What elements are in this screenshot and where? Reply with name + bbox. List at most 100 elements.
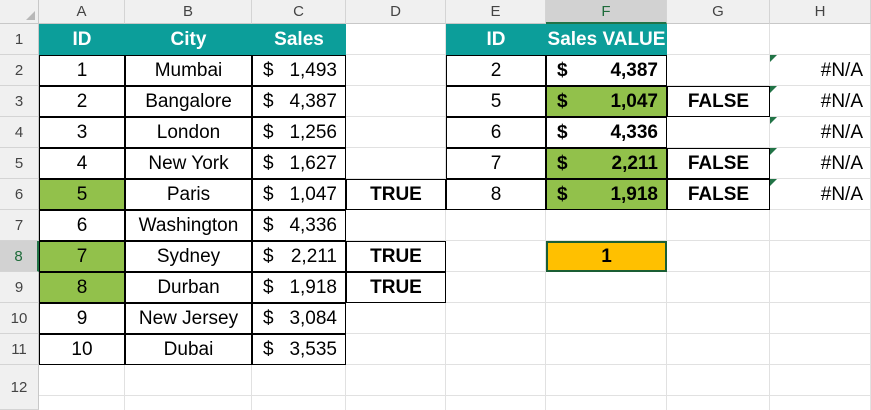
row-header-5[interactable]: 5 — [0, 148, 39, 179]
table1-header-sales[interactable]: Sales — [252, 24, 346, 55]
cell-text: 7 — [490, 152, 502, 174]
cell-sales-value[interactable]: $1,918 — [546, 179, 667, 210]
cell-sales[interactable]: $4,387 — [252, 86, 346, 117]
cell-exact-result[interactable]: FALSE — [667, 148, 770, 179]
cell-sales[interactable]: $1,493 — [252, 55, 346, 86]
currency-symbol: $ — [263, 183, 274, 205]
table2-header-id[interactable]: ID — [446, 24, 546, 55]
cell-sales-value[interactable]: $1,047 — [546, 86, 667, 117]
cell-sales[interactable]: $4,336 — [252, 210, 346, 241]
row-header-label: 2 — [14, 61, 24, 79]
cell-id[interactable]: 7 — [446, 148, 546, 179]
column-header-c[interactable]: C — [252, 0, 346, 24]
cell-id[interactable]: 7 — [39, 241, 125, 272]
row-header-3[interactable]: 3 — [0, 86, 39, 117]
cell-na-result[interactable]: #N/A — [770, 148, 871, 179]
row-header-1[interactable]: 1 — [0, 24, 39, 55]
cell-match-result[interactable]: TRUE — [346, 272, 446, 303]
column-header-a[interactable]: A — [39, 0, 125, 24]
cell-sales[interactable]: $1,918 — [252, 272, 346, 303]
cell-sales[interactable]: $1,627 — [252, 148, 346, 179]
cell-exact-result[interactable]: FALSE — [667, 86, 770, 117]
cell-text: 8 — [490, 183, 502, 205]
amount-value: 1,256 — [289, 121, 337, 143]
cell-text: TRUE — [370, 245, 422, 267]
cell-text: 1 — [601, 245, 612, 267]
cell-id[interactable]: 2 — [39, 86, 125, 117]
row-header-label: 1 — [14, 30, 24, 48]
column-header-b[interactable]: B — [125, 0, 252, 24]
row-header-label: 7 — [14, 216, 24, 234]
cell-id[interactable]: 10 — [39, 334, 125, 365]
select-all-button[interactable] — [0, 0, 39, 24]
row-header-label: 3 — [14, 92, 24, 110]
table1-header-city[interactable]: City — [125, 24, 252, 55]
cell-id[interactable]: 5 — [39, 179, 125, 210]
cell-city[interactable]: New Jersey — [125, 303, 252, 334]
cell-text: FALSE — [687, 90, 750, 112]
cell-id[interactable]: 5 — [446, 86, 546, 117]
cell-na-result[interactable]: #N/A — [770, 117, 871, 148]
cell-id[interactable]: 4 — [39, 148, 125, 179]
cell-id[interactable]: 6 — [39, 210, 125, 241]
cell-id[interactable]: 9 — [39, 303, 125, 334]
cell-city[interactable]: Durban — [125, 272, 252, 303]
cell-id[interactable]: 6 — [446, 117, 546, 148]
column-header-label: A — [76, 3, 87, 20]
cell-city[interactable]: Dubai — [125, 334, 252, 365]
row-header-9[interactable]: 9 — [0, 272, 39, 303]
currency-symbol: $ — [557, 152, 568, 174]
cell-city[interactable]: Paris — [125, 179, 252, 210]
cell-sales[interactable]: $1,047 — [252, 179, 346, 210]
column-header-label: G — [712, 3, 724, 20]
currency-symbol: $ — [263, 307, 274, 329]
row-header-8[interactable]: 8 — [0, 241, 39, 272]
amount-value: 3,084 — [289, 307, 337, 329]
table2-header-sales-value[interactable]: Sales VALUE — [546, 24, 667, 55]
cell-match-result[interactable]: TRUE — [346, 241, 446, 272]
cell-city[interactable]: London — [125, 117, 252, 148]
cell-sales[interactable]: $3,535 — [252, 334, 346, 365]
cell-sales-value[interactable]: $4,336 — [546, 117, 667, 148]
cell-id[interactable]: 8 — [446, 179, 546, 210]
cell-sales[interactable]: $2,211 — [252, 241, 346, 272]
row-header-6[interactable]: 6 — [0, 179, 39, 210]
amount-value: 1,918 — [289, 276, 337, 298]
cell-na-result[interactable]: #N/A — [770, 86, 871, 117]
cell-na-result[interactable]: #N/A — [770, 179, 871, 210]
row-header-7[interactable]: 7 — [0, 210, 39, 241]
row-header-11[interactable]: 11 — [0, 334, 39, 365]
row-header-4[interactable]: 4 — [0, 117, 39, 148]
cell-id[interactable]: 1 — [39, 55, 125, 86]
column-header-f[interactable]: F — [546, 0, 667, 24]
cell-city[interactable]: New York — [125, 148, 252, 179]
column-header-h[interactable]: H — [770, 0, 871, 24]
table1-header-id[interactable]: ID — [39, 24, 125, 55]
amount-value: 2,211 — [290, 245, 337, 267]
column-header-g[interactable]: G — [667, 0, 770, 24]
cell-id[interactable]: 3 — [39, 117, 125, 148]
row-header-12[interactable]: 12 — [0, 365, 39, 410]
cell-match-result[interactable]: TRUE — [346, 179, 446, 210]
cell-sales[interactable]: $1,256 — [252, 117, 346, 148]
active-cell-f8[interactable]: 1 — [546, 241, 667, 272]
cell-city[interactable]: Washington — [125, 210, 252, 241]
row-header-2[interactable]: 2 — [0, 55, 39, 86]
column-header-e[interactable]: E — [446, 0, 546, 24]
spreadsheet-grid[interactable]: A B C D E F G H 1 2 3 4 5 6 7 8 9 10 11 12 ID City Sales 1 Mumba… — [0, 0, 871, 410]
column-header-d[interactable]: D — [346, 0, 446, 24]
cell-exact-result[interactable]: FALSE — [667, 179, 770, 210]
currency-symbol: $ — [263, 245, 274, 267]
cell-city[interactable]: Sydney — [125, 241, 252, 272]
cell-city[interactable]: Mumbai — [125, 55, 252, 86]
cell-na-result[interactable]: #N/A — [770, 55, 871, 86]
cell-text: 7 — [76, 245, 88, 267]
cell-sales-value[interactable]: $4,387 — [546, 55, 667, 86]
cell-id[interactable]: 8 — [39, 272, 125, 303]
cell-text: 1 — [76, 59, 88, 81]
cell-city[interactable]: Bangalore — [125, 86, 252, 117]
cell-sales[interactable]: $3,084 — [252, 303, 346, 334]
cell-sales-value[interactable]: $2,211 — [546, 148, 667, 179]
cell-id[interactable]: 2 — [446, 55, 546, 86]
row-header-10[interactable]: 10 — [0, 303, 39, 334]
